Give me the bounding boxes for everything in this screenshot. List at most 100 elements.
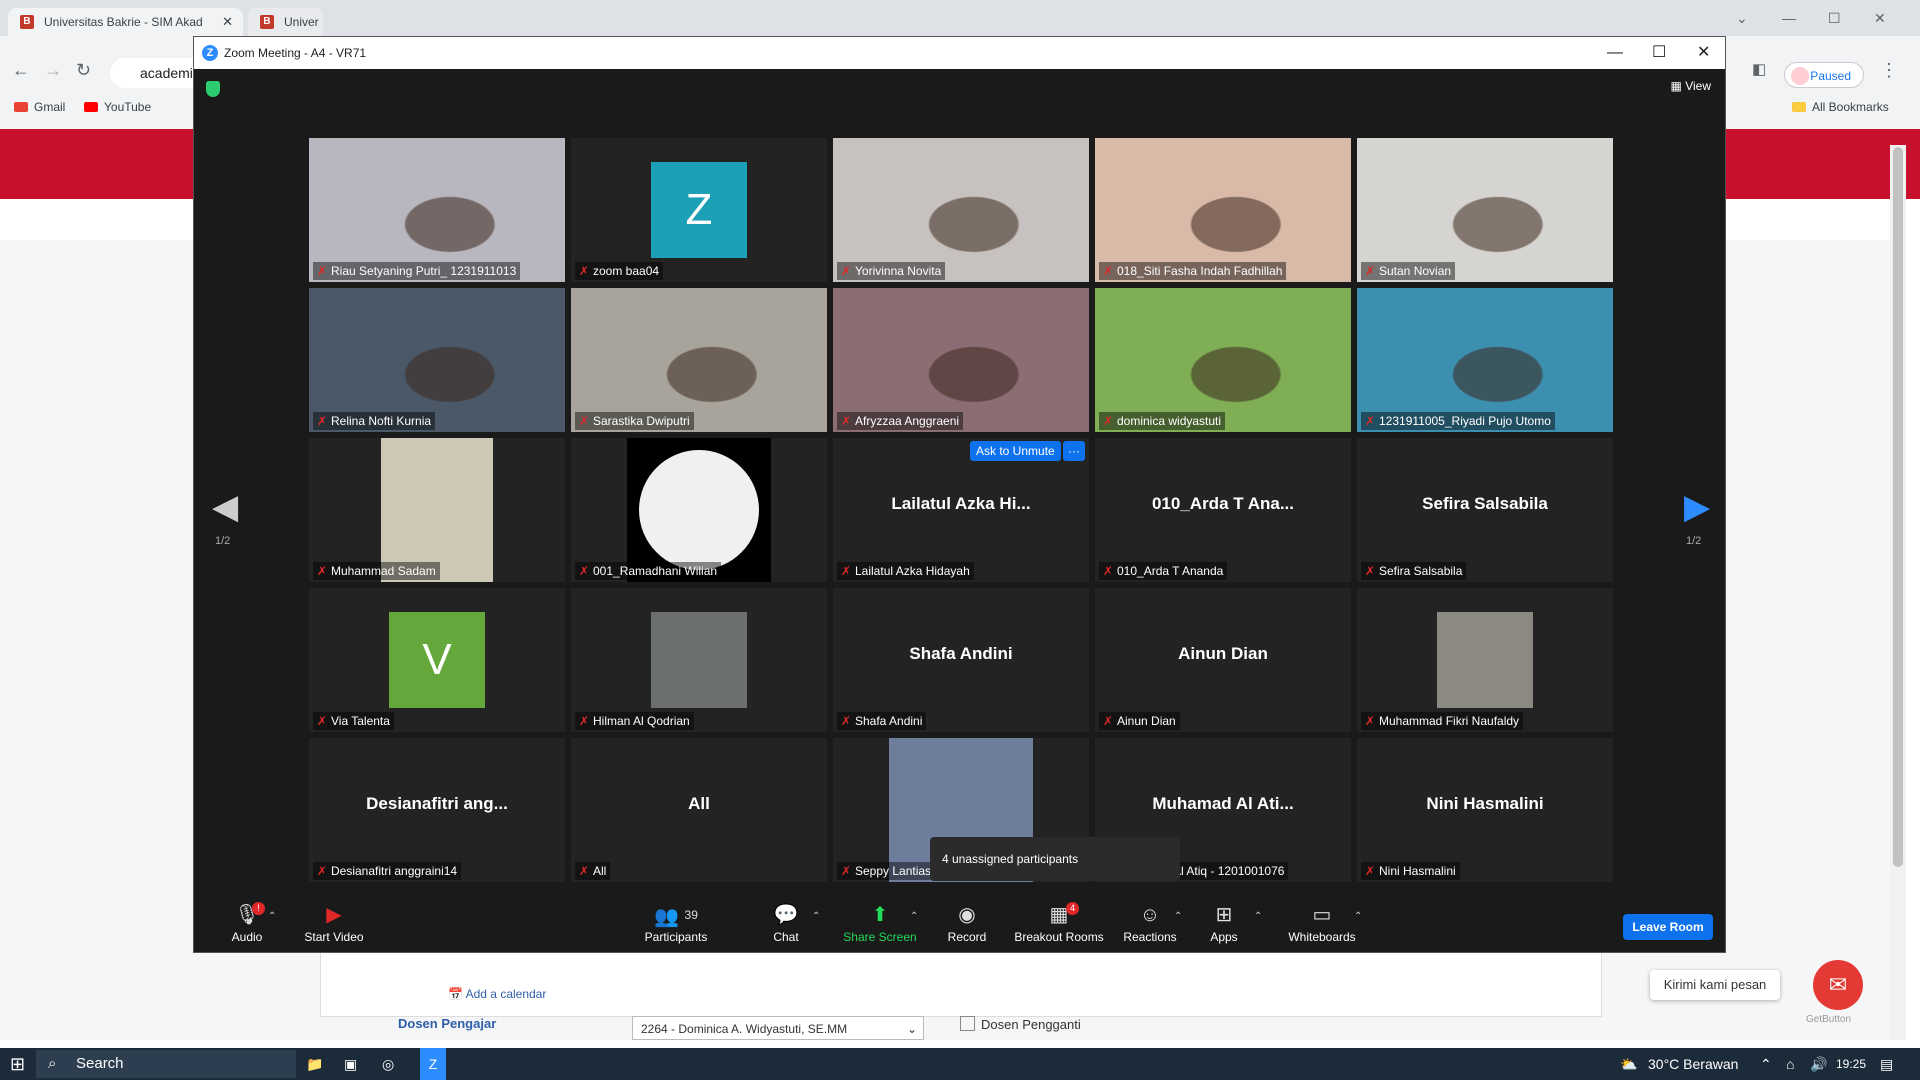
taskbar-search-label: Search	[76, 1055, 124, 1072]
participant-tile[interactable]: ✗ 001_Ramadhani Wilian	[571, 438, 827, 582]
maximize-icon[interactable]: ☐	[1652, 37, 1666, 69]
getbutton-credit[interactable]: GetButton	[1806, 1014, 1851, 1025]
previous-page-arrow-icon[interactable]: ◀	[212, 487, 238, 527]
chevron-down-icon: ⌄	[906, 1022, 917, 1036]
reactions-button[interactable]: ☺ Reactions	[1122, 904, 1178, 944]
participant-tile[interactable]: Desianafitri ang... ✗ Desianafitri anggrai…	[309, 738, 565, 882]
more-options-button[interactable]: ···	[1063, 441, 1085, 461]
participant-tile[interactable]: ✗ Sarastika Dwiputri	[571, 288, 827, 432]
participant-tile[interactable]: Ainun Dian ✗ Ainun Dian	[1095, 588, 1351, 732]
chat-label: Chat	[773, 930, 799, 944]
participant-tile[interactable]: ✗ Muhammad Sadam	[309, 438, 565, 582]
tab-bar: B Universitas Bakrie - SIM Akad ✕ B Univ…	[0, 0, 1920, 36]
apps-button[interactable]: ⊞ Apps	[1204, 904, 1244, 944]
volume-icon[interactable]: 🔊	[1810, 1048, 1827, 1080]
muted-mic-icon: ✗	[841, 564, 852, 578]
breakout-badge: 4	[1066, 902, 1079, 915]
notifications-icon[interactable]: ▤	[1880, 1048, 1893, 1080]
all-bookmarks[interactable]: All Bookmarks	[1792, 100, 1889, 114]
tray-chevron-icon[interactable]: ⌃	[1760, 1048, 1772, 1080]
minimize-icon[interactable]: —	[1607, 37, 1623, 69]
whiteboards-button[interactable]: ▭ Whiteboards	[1284, 904, 1360, 944]
minimize-icon[interactable]: —	[1782, 10, 1796, 26]
zoom-taskbar-icon[interactable]: Z	[420, 1048, 446, 1080]
sidebar-icon[interactable]: ◧	[1752, 60, 1766, 78]
chrome-icon[interactable]: ◎	[382, 1048, 394, 1080]
reactions-caret-icon[interactable]: ⌃	[1174, 911, 1182, 922]
participant-tile[interactable]: V ✗ Via Talenta	[309, 588, 565, 732]
pengganti-checkbox[interactable]	[960, 1016, 975, 1031]
bookmark-gmail[interactable]: Gmail	[14, 100, 65, 114]
chat-button[interactable]: 💬 Chat	[766, 904, 806, 944]
muted-mic-icon: ✗	[1103, 414, 1114, 428]
participant-video	[571, 288, 827, 432]
bookmark-youtube[interactable]: YouTube	[84, 100, 151, 114]
start-video-button[interactable]: ▶ Start Video	[302, 904, 366, 944]
ask-to-unmute-button[interactable]: Ask to Unmute	[970, 441, 1061, 461]
chevron-down-icon[interactable]: ⌄	[1736, 10, 1748, 27]
participant-display-name: Lailatul Azka Hi...	[891, 494, 1031, 513]
close-tab-icon[interactable]: ✕	[222, 8, 233, 36]
share-screen-button[interactable]: ⬆ Share Screen	[842, 904, 918, 944]
participant-tile[interactable]: All ✗ All	[571, 738, 827, 882]
participant-tile[interactable]: ✗ Muhammad Fikri Naufaldy	[1357, 588, 1613, 732]
record-button[interactable]: ◉ Record	[944, 904, 990, 944]
chat-bubble-icon[interactable]: ✉	[1813, 960, 1863, 1010]
chat-widget-message[interactable]: Kirimi kami pesan	[1650, 970, 1780, 1000]
view-button[interactable]: ▦ View	[1671, 79, 1711, 93]
participant-tile[interactable]: ✗ Hilman Al Qodrian	[571, 588, 827, 732]
pengganti-field[interactable]: Dosen Pengganti	[960, 1016, 1081, 1032]
participant-tile[interactable]: ✗ Relina Nofti Kurnia	[309, 288, 565, 432]
participant-tile[interactable]: ✗ Riau Setyaning Putri_ 1231911013	[309, 138, 565, 282]
participant-tile[interactable]: 010_Arda T Ana... ✗ 010_Arda T Ananda	[1095, 438, 1351, 582]
forward-icon[interactable]: →	[44, 60, 62, 81]
participant-display-name: Ainun Dian	[1178, 644, 1268, 663]
profile-paused-button[interactable]: Paused	[1784, 62, 1864, 88]
participant-tile[interactable]: Z ✗ zoom baa04	[571, 138, 827, 282]
audio-button[interactable]: 🎙 Audio !	[224, 902, 270, 944]
dosen-select[interactable]: 2264 - Dominica A. Widyastuti, SE.MM ⌄	[632, 1016, 924, 1040]
participant-tile[interactable]: Nini Hasmalini ✗ Nini Hasmalini	[1357, 738, 1613, 882]
participant-name: 001_Ramadhani Wilian	[593, 564, 718, 578]
windows-start-icon[interactable]: ⊞	[10, 1048, 25, 1080]
breakout-rooms-button[interactable]: ▦ Breakout Rooms 4	[1012, 902, 1106, 944]
weather-icon: ⛅	[1620, 1056, 1638, 1072]
participants-button[interactable]: 👥 39 Participants	[642, 904, 710, 944]
chat-caret-icon[interactable]: ⌃	[812, 911, 820, 922]
back-icon[interactable]: ←	[12, 60, 30, 81]
participant-tile[interactable]: ✗ 1231911005_Riyadi Pujo Utomo	[1357, 288, 1613, 432]
close-icon[interactable]: ✕	[1697, 37, 1710, 69]
participant-name-label: ✗ Lailatul Azka Hidayah	[837, 562, 974, 580]
add-calendar-link[interactable]: 📅 Add a calendar	[448, 987, 546, 1001]
browser-tab-2[interactable]: B Univer	[248, 8, 323, 36]
network-icon[interactable]: ⌂	[1786, 1048, 1794, 1080]
folder-icon	[1792, 102, 1806, 112]
apps-caret-icon[interactable]: ⌃	[1254, 911, 1262, 922]
participant-tile[interactable]: ✗ Afryzzaa Anggraeni	[833, 288, 1089, 432]
file-explorer-icon[interactable]: 📁	[306, 1048, 323, 1080]
participant-tile[interactable]: ✗ Sutan Novian	[1357, 138, 1613, 282]
participant-tile[interactable]: Shafa Andini ✗ Shafa Andini	[833, 588, 1089, 732]
reload-icon[interactable]: ↻	[76, 60, 91, 81]
close-window-icon[interactable]: ✕	[1874, 10, 1886, 27]
whiteboards-caret-icon[interactable]: ⌃	[1354, 911, 1362, 922]
share-caret-icon[interactable]: ⌃	[910, 911, 918, 922]
encryption-shield-icon[interactable]	[206, 81, 220, 97]
scrollbar-thumb[interactable]	[1893, 147, 1903, 867]
participant-tile[interactable]: Sefira Salsabila ✗ Sefira Salsabila	[1357, 438, 1613, 582]
participant-display-name: Shafa Andini	[909, 644, 1013, 663]
page-scrollbar[interactable]	[1890, 145, 1906, 1040]
participant-tile[interactable]: ✗ dominica widyastuti	[1095, 288, 1351, 432]
apps-icon: ⊞	[1215, 904, 1233, 926]
maximize-icon[interactable]: ☐	[1828, 10, 1841, 27]
participant-tile[interactable]: ✗ Yorivinna Novita	[833, 138, 1089, 282]
next-page-arrow-icon[interactable]: ▶	[1684, 487, 1710, 527]
participant-name-label: ✗ 018_Siti Fasha Indah Fadhillah	[1099, 262, 1287, 280]
participant-tile[interactable]: ✗ 018_Siti Fasha Indah Fadhillah	[1095, 138, 1351, 282]
app-icon[interactable]: ▣	[344, 1048, 357, 1080]
audio-caret-icon[interactable]: ⌃	[268, 911, 276, 922]
browser-tab-1[interactable]: B Universitas Bakrie - SIM Akad ✕	[8, 8, 243, 36]
taskbar-search[interactable]: ⌕ Search	[36, 1050, 296, 1078]
leave-room-button[interactable]: Leave Room	[1623, 914, 1713, 940]
menu-dots-icon[interactable]: ⋮	[1880, 60, 1898, 81]
